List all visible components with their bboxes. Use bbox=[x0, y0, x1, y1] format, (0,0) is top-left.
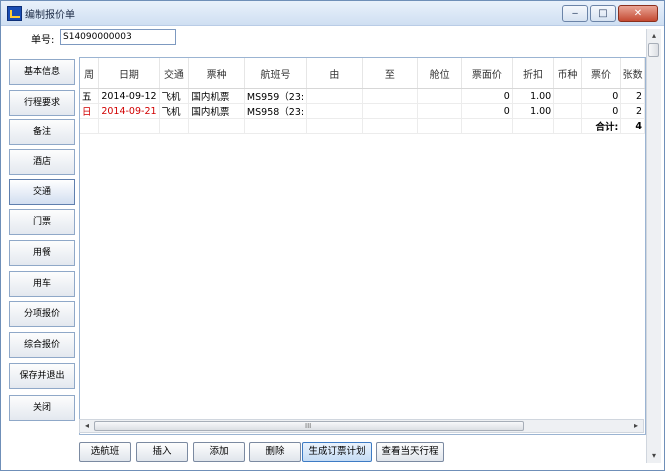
sidebar-item-meals[interactable]: 用餐 bbox=[9, 240, 75, 266]
order-number-field[interactable]: S14090000003 bbox=[60, 29, 176, 45]
close-window-button[interactable]: ✕ bbox=[618, 5, 658, 22]
table-row[interactable]: 日 2014-09-21 飞机 国内机票 MS958（23: 0 1.00 0 … bbox=[80, 103, 645, 119]
column-header[interactable]: 由 bbox=[306, 58, 363, 89]
sidebar-item-tickets[interactable]: 门票 bbox=[9, 209, 75, 235]
table-row[interactable]: 五 2014-09-12 飞机 国内机票 MS959（23: 0 1.00 0 … bbox=[80, 88, 645, 104]
column-header[interactable]: 折扣 bbox=[512, 58, 555, 89]
cell-currency[interactable] bbox=[553, 103, 582, 119]
sidebar-item-save-exit[interactable]: 保存并退出 bbox=[9, 363, 75, 389]
cell-cabin[interactable] bbox=[417, 88, 463, 104]
total-count: 4 bbox=[620, 118, 645, 134]
scroll-up-icon[interactable]: ▴ bbox=[647, 29, 661, 43]
column-header[interactable]: 票种 bbox=[188, 58, 245, 89]
maximize-icon: □ bbox=[598, 8, 608, 19]
sidebar-item-vehicle[interactable]: 用车 bbox=[9, 271, 75, 297]
cell-count[interactable]: 2 bbox=[620, 88, 645, 104]
total-label: 合计: bbox=[581, 118, 622, 134]
select-flight-button[interactable]: 选航班 bbox=[79, 442, 131, 462]
cell-price[interactable]: 0 bbox=[581, 88, 622, 104]
cell-to[interactable] bbox=[362, 88, 419, 104]
column-header[interactable]: 币种 bbox=[553, 58, 582, 89]
column-header[interactable]: 航班号 bbox=[244, 58, 308, 89]
column-header[interactable]: 交通 bbox=[159, 58, 190, 89]
transport-table: 周 日期 交通 票种 航班号 由 至 舱位 票面价 折扣 币种 票价 张数 五 … bbox=[80, 58, 645, 134]
horizontal-scrollbar[interactable]: ◂ III ▸ bbox=[79, 419, 644, 433]
cell-flight[interactable]: MS958（23: bbox=[244, 103, 308, 119]
delete-button[interactable]: 删除 bbox=[249, 442, 301, 462]
total-row: 合计: 4 bbox=[80, 118, 645, 134]
quote-window: 编制报价单 ‒ □ ✕ 单号: S14090000003 基本信息 行程要求 备… bbox=[0, 0, 665, 471]
scroll-left-icon[interactable]: ◂ bbox=[80, 420, 94, 432]
sidebar-item-remarks[interactable]: 备注 bbox=[9, 119, 75, 145]
column-header[interactable]: 至 bbox=[362, 58, 419, 89]
order-number-label: 单号: bbox=[31, 35, 55, 46]
cell-from[interactable] bbox=[306, 88, 363, 104]
cell-date[interactable]: 2014-09-12 bbox=[98, 88, 160, 104]
maximize-button[interactable]: □ bbox=[590, 5, 616, 22]
sidebar-item-total-quote[interactable]: 综合报价 bbox=[9, 332, 75, 358]
window-title: 编制报价单 bbox=[25, 10, 75, 21]
sidebar-item-hotel[interactable]: 酒店 bbox=[9, 149, 75, 175]
cell-week[interactable]: 五 bbox=[80, 88, 100, 104]
transport-grid-panel: 周 日期 交通 票种 航班号 由 至 舱位 票面价 折扣 币种 票价 张数 五 … bbox=[79, 57, 646, 435]
cell-date[interactable]: 2014-09-21 bbox=[98, 103, 160, 119]
insert-button[interactable]: 插入 bbox=[136, 442, 188, 462]
sidebar-item-close[interactable]: 关闭 bbox=[9, 395, 75, 421]
column-header[interactable]: 票面价 bbox=[461, 58, 513, 89]
vertical-scrollbar[interactable]: ▴ ▾ bbox=[646, 29, 661, 463]
scroll-down-icon[interactable]: ▾ bbox=[647, 449, 661, 463]
column-header[interactable]: 票价 bbox=[581, 58, 622, 89]
cell-from[interactable] bbox=[306, 103, 363, 119]
cell-count[interactable]: 2 bbox=[620, 103, 645, 119]
scroll-right-icon[interactable]: ▸ bbox=[629, 420, 643, 432]
column-header[interactable]: 日期 bbox=[98, 58, 160, 89]
cell-flight[interactable]: MS959（23: bbox=[244, 88, 308, 104]
sidebar-item-itinerary[interactable]: 行程要求 bbox=[9, 90, 75, 116]
view-day-itinerary-button[interactable]: 查看当天行程 bbox=[376, 442, 444, 462]
column-header[interactable]: 舱位 bbox=[417, 58, 463, 89]
table-header-row: 周 日期 交通 票种 航班号 由 至 舱位 票面价 折扣 币种 票价 张数 bbox=[80, 58, 645, 89]
vertical-scroll-thumb[interactable] bbox=[648, 43, 659, 57]
sidebar-item-basic-info[interactable]: 基本信息 bbox=[9, 59, 75, 85]
column-header[interactable]: 张数 bbox=[620, 58, 645, 89]
minimize-button[interactable]: ‒ bbox=[562, 5, 588, 22]
title-bar[interactable]: 编制报价单 ‒ □ ✕ bbox=[1, 1, 664, 26]
cell-week[interactable]: 日 bbox=[80, 103, 100, 119]
cell-transport[interactable]: 飞机 bbox=[159, 88, 190, 104]
cell-discount[interactable]: 1.00 bbox=[512, 103, 555, 119]
minimize-icon: ‒ bbox=[571, 8, 579, 19]
cell-face-price[interactable]: 0 bbox=[461, 103, 513, 119]
generate-booking-plan-button[interactable]: 生成订票计划 bbox=[302, 442, 372, 462]
sidebar-item-transport[interactable]: 交通 bbox=[9, 179, 75, 205]
sidebar-item-itemized-quote[interactable]: 分项报价 bbox=[9, 301, 75, 327]
cell-currency[interactable] bbox=[553, 88, 582, 104]
cell-ticket-type[interactable]: 国内机票 bbox=[188, 88, 245, 104]
close-icon: ✕ bbox=[633, 8, 643, 19]
add-button[interactable]: 添加 bbox=[193, 442, 245, 462]
cell-face-price[interactable]: 0 bbox=[461, 88, 513, 104]
cell-transport[interactable]: 飞机 bbox=[159, 103, 190, 119]
cell-ticket-type[interactable]: 国内机票 bbox=[188, 103, 245, 119]
cell-to[interactable] bbox=[362, 103, 419, 119]
scroll-grip-icon: III bbox=[305, 422, 312, 430]
column-header[interactable]: 周 bbox=[80, 58, 100, 89]
cell-price[interactable]: 0 bbox=[581, 103, 622, 119]
app-icon bbox=[7, 6, 22, 21]
cell-discount[interactable]: 1.00 bbox=[512, 88, 555, 104]
cell-cabin[interactable] bbox=[417, 103, 463, 119]
horizontal-scroll-thumb[interactable]: III bbox=[94, 421, 524, 431]
